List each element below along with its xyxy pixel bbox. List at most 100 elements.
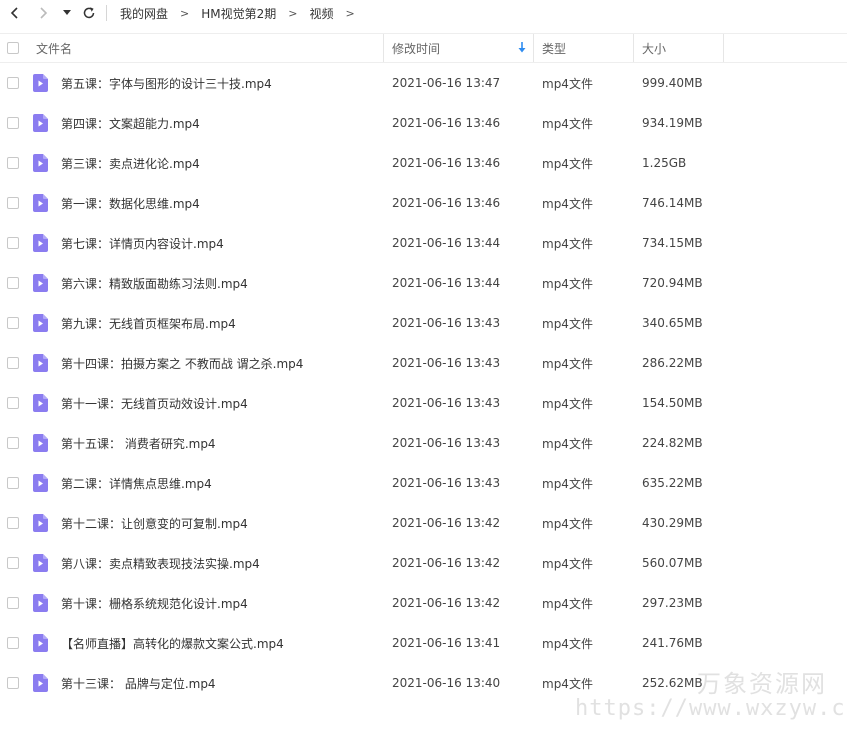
forward-button[interactable] (32, 2, 54, 24)
history-dropdown-button[interactable] (60, 2, 74, 24)
file-type: mp4文件 (542, 636, 593, 651)
file-name[interactable]: 第十二课：让创意变的可复制.mp4 (61, 503, 248, 543)
file-row[interactable]: 第一课：数据化思维.mp4 2021-06-16 13:46 mp4文件 746.14… (0, 183, 847, 223)
column-divider[interactable] (723, 34, 724, 62)
toolbar: 我的网盘 > HM视觉第2期 > 视频 > (0, 0, 847, 26)
column-divider[interactable] (633, 34, 634, 62)
breadcrumb-item-folder[interactable]: HM视觉第2期 (201, 5, 276, 22)
file-name[interactable]: 第十四课：拍摄方案之 不教而战 谓之杀.mp4 (61, 343, 303, 383)
file-name[interactable]: 第二课：详情焦点思维.mp4 (61, 463, 212, 503)
file-modified-time: 2021-06-16 13:44 (392, 236, 501, 250)
video-file-icon (31, 194, 49, 212)
file-name[interactable]: 第三课：卖点进化论.mp4 (61, 143, 200, 183)
file-modified-time: 2021-06-16 13:42 (392, 596, 501, 610)
file-row[interactable]: 第十一课：无线首页动效设计.mp4 2021-06-16 13:43 mp4文件 15… (0, 383, 847, 423)
column-divider[interactable] (383, 34, 384, 62)
file-size: 1.25GB (642, 156, 687, 170)
file-name[interactable]: 第十一课：无线首页动效设计.mp4 (61, 383, 248, 423)
toolbar-divider (106, 5, 107, 21)
file-type: mp4文件 (542, 556, 593, 571)
file-row[interactable]: 第六课：精致版面勘练习法则.mp4 2021-06-16 13:44 mp4文件 72… (0, 263, 847, 303)
file-row[interactable]: 第九课：无线首页框架布局.mp4 2021-06-16 13:43 mp4文件 340… (0, 303, 847, 343)
row-checkbox[interactable] (7, 437, 19, 449)
file-modified-time: 2021-06-16 13:46 (392, 116, 501, 130)
file-name[interactable]: 第一课：数据化思维.mp4 (61, 183, 200, 223)
file-row[interactable]: 第十课：栅格系统规范化设计.mp4 2021-06-16 13:42 mp4文件 29… (0, 583, 847, 623)
row-checkbox[interactable] (7, 117, 19, 129)
file-row[interactable]: 第三课：卖点进化论.mp4 2021-06-16 13:46 mp4文件 1.25GB (0, 143, 847, 183)
file-size: 154.50MB (642, 396, 703, 410)
column-divider[interactable] (533, 34, 534, 62)
video-file-icon (31, 154, 49, 172)
breadcrumb-item-current[interactable]: 视频 (309, 5, 333, 22)
file-size: 635.22MB (642, 476, 703, 490)
watermark-url: https://www.wxzyw.cn (575, 696, 847, 721)
file-row[interactable]: 第十二课：让创意变的可复制.mp4 2021-06-16 13:42 mp4文件 43… (0, 503, 847, 543)
file-row[interactable]: 第八课：卖点精致表现技法实操.mp4 2021-06-16 13:42 mp4文件 5… (0, 543, 847, 583)
video-file-icon (31, 234, 49, 252)
file-modified-time: 2021-06-16 13:44 (392, 276, 501, 290)
file-type: mp4文件 (542, 316, 593, 331)
row-checkbox[interactable] (7, 637, 19, 649)
column-header-modified[interactable]: 修改时间 (392, 34, 532, 62)
file-modified-time: 2021-06-16 13:42 (392, 556, 501, 570)
file-row[interactable]: 第五课：字体与图形的设计三十技.mp4 2021-06-16 13:47 mp4文件… (0, 63, 847, 103)
file-modified-time: 2021-06-16 13:46 (392, 196, 501, 210)
column-header-name[interactable]: 文件名 (36, 34, 382, 62)
video-file-icon (31, 314, 49, 332)
column-header-type[interactable]: 类型 (542, 34, 632, 62)
select-all-checkbox[interactable] (7, 42, 19, 54)
file-name[interactable]: 第十三课： 品牌与定位.mp4 (61, 663, 216, 703)
file-name[interactable]: 第十五课： 消费者研究.mp4 (61, 423, 216, 463)
file-size: 734.15MB (642, 236, 703, 250)
file-size: 720.94MB (642, 276, 703, 290)
column-header-size[interactable]: 大小 (642, 34, 722, 62)
file-type: mp4文件 (542, 116, 593, 131)
file-size: 241.76MB (642, 636, 703, 650)
row-checkbox[interactable] (7, 677, 19, 689)
row-checkbox[interactable] (7, 557, 19, 569)
row-checkbox[interactable] (7, 397, 19, 409)
column-header-size-label: 大小 (642, 41, 667, 56)
file-row[interactable]: 第七课：详情页内容设计.mp4 2021-06-16 13:44 mp4文件 734.… (0, 223, 847, 263)
row-checkbox[interactable] (7, 157, 19, 169)
breadcrumb-item-my-drive[interactable]: 我的网盘 (120, 5, 168, 22)
file-row[interactable]: 第四课：文案超能力.mp4 2021-06-16 13:46 mp4文件 934.19… (0, 103, 847, 143)
file-type: mp4文件 (542, 236, 593, 251)
row-checkbox[interactable] (7, 277, 19, 289)
row-checkbox[interactable] (7, 197, 19, 209)
row-checkbox[interactable] (7, 317, 19, 329)
chevron-left-icon (9, 6, 21, 20)
file-name[interactable]: 第七课：详情页内容设计.mp4 (61, 223, 224, 263)
row-checkbox[interactable] (7, 517, 19, 529)
file-row[interactable]: 【名师直播】高转化的爆款文案公式.mp4 2021-06-16 13:41 mp4文… (0, 623, 847, 663)
video-file-icon (31, 394, 49, 412)
file-name[interactable]: 【名师直播】高转化的爆款文案公式.mp4 (61, 623, 284, 663)
file-size: 999.40MB (642, 76, 703, 90)
file-name[interactable]: 第六课：精致版面勘练习法则.mp4 (61, 263, 248, 303)
file-name[interactable]: 第十课：栅格系统规范化设计.mp4 (61, 583, 248, 623)
file-name[interactable]: 第五课：字体与图形的设计三十技.mp4 (61, 63, 272, 103)
column-header-type-label: 类型 (542, 41, 567, 56)
file-size: 224.82MB (642, 436, 703, 450)
file-row[interactable]: 第十五课： 消费者研究.mp4 2021-06-16 13:43 mp4文件 224.… (0, 423, 847, 463)
arrow-down-icon[interactable] (518, 42, 526, 56)
file-modified-time: 2021-06-16 13:40 (392, 676, 501, 690)
file-name[interactable]: 第八课：卖点精致表现技法实操.mp4 (61, 543, 260, 583)
file-modified-time: 2021-06-16 13:43 (392, 476, 501, 490)
back-button[interactable] (4, 2, 26, 24)
refresh-icon (82, 6, 96, 20)
file-row[interactable]: 第二课：详情焦点思维.mp4 2021-06-16 13:43 mp4文件 635.2… (0, 463, 847, 503)
file-name[interactable]: 第九课：无线首页框架布局.mp4 (61, 303, 236, 343)
row-checkbox[interactable] (7, 597, 19, 609)
select-all-cell (7, 34, 19, 62)
file-name[interactable]: 第四课：文案超能力.mp4 (61, 103, 200, 143)
row-checkbox[interactable] (7, 477, 19, 489)
row-checkbox[interactable] (7, 237, 19, 249)
file-row[interactable]: 第十四课：拍摄方案之 不教而战 谓之杀.mp4 2021-06-16 13:43 m… (0, 343, 847, 383)
row-checkbox[interactable] (7, 77, 19, 89)
breadcrumb-separator[interactable]: > (345, 7, 354, 20)
file-modified-time: 2021-06-16 13:43 (392, 396, 501, 410)
refresh-button[interactable] (78, 2, 100, 24)
row-checkbox[interactable] (7, 357, 19, 369)
